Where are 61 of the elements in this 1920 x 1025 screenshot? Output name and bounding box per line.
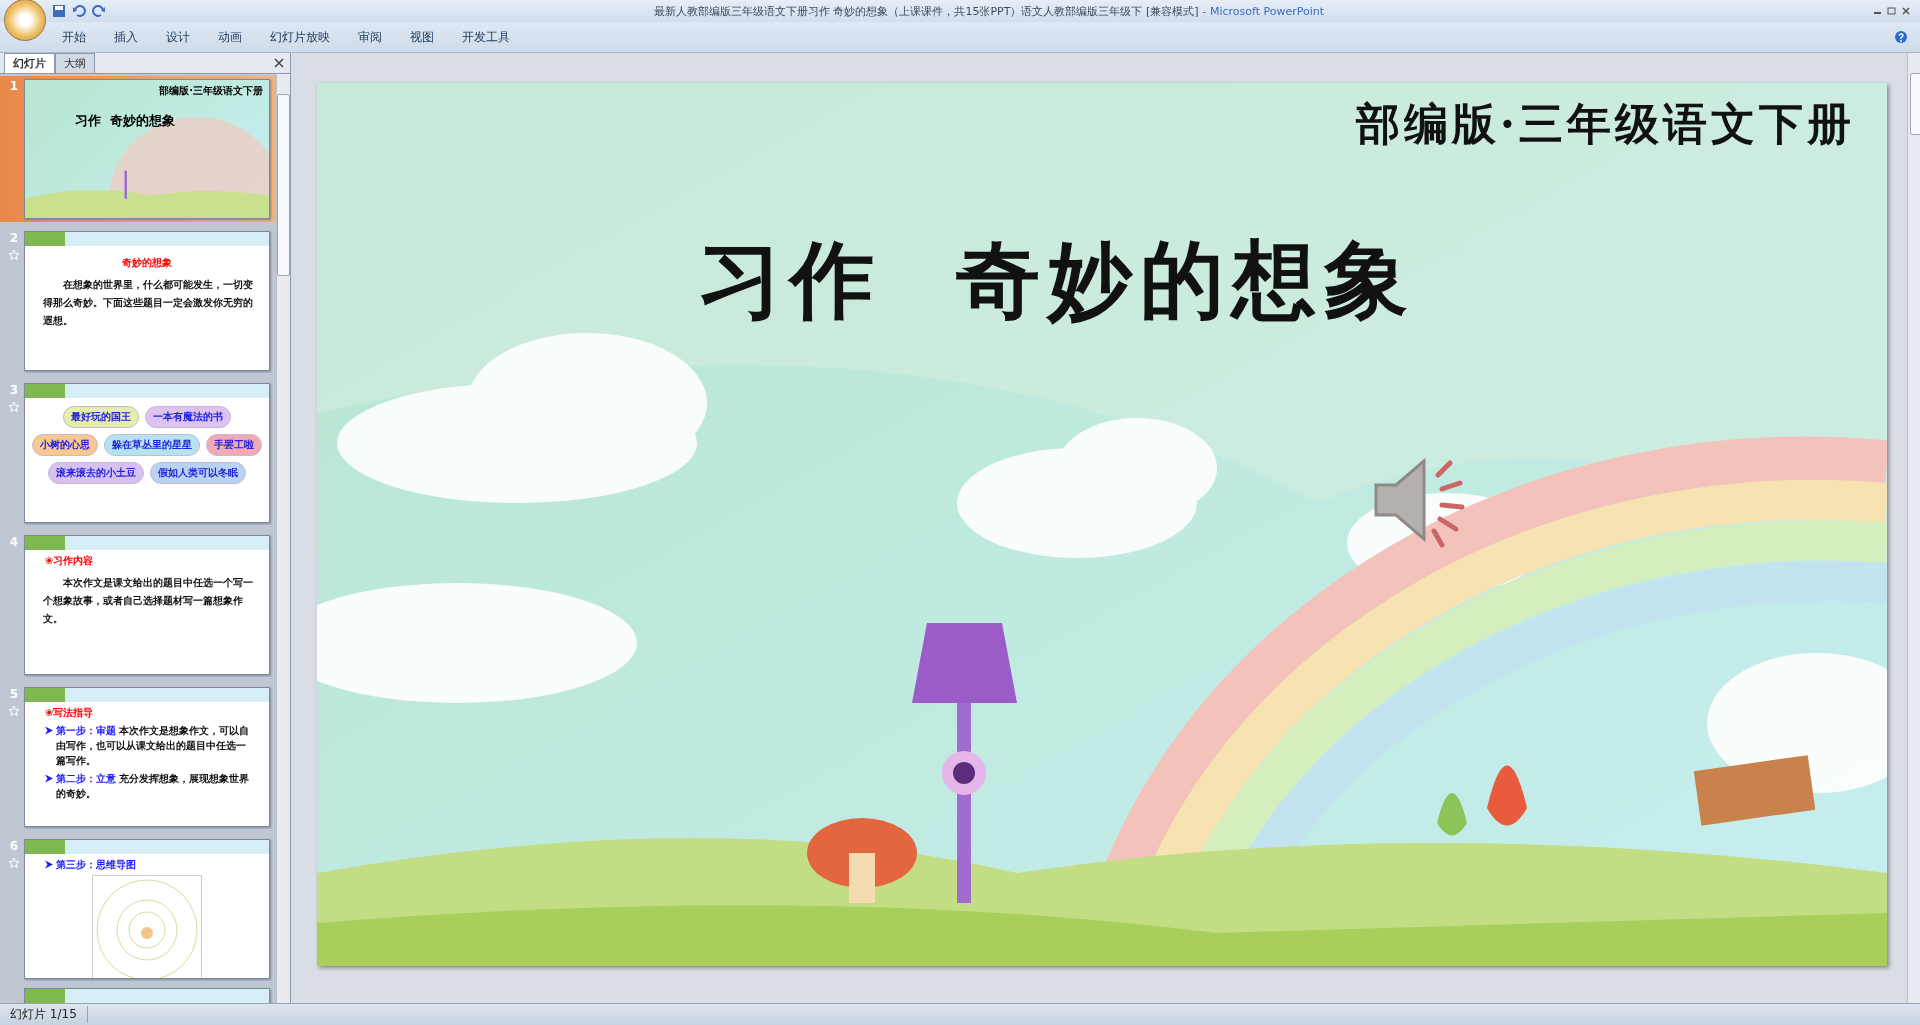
slide-thumbnail-row[interactable]: 4 ❀习作内容 本次作文是课文给出的题目中任选一个写一个想象故事，或者自己选择题材写一篇想象作文。 <box>0 532 276 678</box>
ribbon-tab[interactable]: 幻灯片放映 <box>256 28 344 46</box>
slide-thumbnail-row[interactable]: 3 最好玩的国王 一本有魔法的书 小树的心思 躲在草丛里的星星 手罢工啦 滚来滚去的小土豆 假如人类可以冬眠 <box>0 380 276 526</box>
slide-thumbnail[interactable]: 第三步：思维导图 <box>24 839 270 979</box>
ribbon-tab[interactable]: 开始 <box>48 28 100 46</box>
close-icon[interactable] <box>274 58 284 68</box>
slide-number: 5 <box>9 687 19 701</box>
cloud-label: 滚来滚去的小土豆 <box>48 462 144 484</box>
slide-thumbnail[interactable]: 最好玩的国王 一本有魔法的书 小树的心思 躲在草丛里的星星 手罢工啦 滚来滚去的小土豆 假如人类可以冬眠 <box>24 383 270 523</box>
cloud-label: 手罢工啦 <box>206 434 262 456</box>
redo-icon[interactable] <box>92 4 106 18</box>
slide-number: 3 <box>9 383 19 397</box>
slide-heading: 第三步：思维导图 <box>56 858 136 872</box>
ribbon-tab[interactable]: 审阅 <box>344 28 396 46</box>
slide-number: 6 <box>9 839 19 853</box>
cloud-label: 躲在草丛里的星星 <box>104 434 200 456</box>
window-controls-icon[interactable] <box>1872 6 1912 16</box>
slide-number: 2 <box>9 231 19 245</box>
slide-thumbnail-row[interactable]: 2 奇妙的想象 在想象的世界里，什么都可能发生，一切变得那么奇妙。下面这些题目一定会激发你无穷的遐想。 <box>0 228 276 374</box>
help-icon[interactable] <box>1894 30 1908 44</box>
slide-body: 本次作文是课文给出的题目中任选一个写一个想象故事，或者自己选择题材写一篇想象作文。 <box>42 576 254 626</box>
panel-tab[interactable]: 大纲 <box>55 53 95 73</box>
slide-thumbnail-row[interactable]: 6 第三步：思维导图 <box>0 836 276 982</box>
slide-thumbnail[interactable]: 部编版·三年级语文下册 习作 奇妙的想象 <box>24 79 270 219</box>
slide-thumbnail-row[interactable]: 5 ❀写法指导 第一步：审题 本次作文是想象作文，可以自由写作，也可以从课文给出的题目中任选一篇写作。 第二步：立意 充分发挥想象，展现想象世界的奇妙。 <box>0 684 276 830</box>
slide-number: 4 <box>9 535 19 549</box>
save-icon[interactable] <box>52 4 66 18</box>
slide-title: 习作 奇妙的想象 <box>74 112 177 130</box>
slide-header: 部编版·三年级语文下册 <box>158 84 264 98</box>
ribbon-tab[interactable]: 动画 <box>204 28 256 46</box>
undo-icon[interactable] <box>72 4 86 18</box>
ribbon-tab[interactable]: 视图 <box>396 28 448 46</box>
window-title: 最新人教部编版三年级语文下册习作 奇妙的想象（上课课件，共15张PPT）语文人教部编版三年级下 [兼容模式] <box>653 4 1199 18</box>
slide-heading: ❀习作内容 <box>44 554 95 568</box>
arrow-icon <box>45 774 53 783</box>
slide-header: 部编版·三年级语文下册 <box>1354 97 1856 151</box>
cloud-label: 假如人类可以冬眠 <box>150 462 246 484</box>
slide-heading: 奇妙的想象 <box>121 256 173 270</box>
slide-body: 在想象的世界里，什么都可能发生，一切变得那么奇妙。下面这些题目一定会激发你无穷的遐想。 <box>42 278 254 328</box>
slide-counter: 幻灯片 1/15 <box>0 1006 88 1023</box>
step-text: 第二步：立意 充分发挥想象，展现想象世界的奇妙。 <box>56 772 251 801</box>
slide-thumbnail-row[interactable]: 1 部编版·三年级语文下册 习作 奇妙的想象 <box>0 76 276 222</box>
arrow-icon <box>45 726 53 735</box>
slide-thumbnail[interactable]: 奇妙的想象 在想象的世界里，什么都可能发生，一切变得那么奇妙。下面这些题目一定会激发你无穷的遐想。 <box>24 231 270 371</box>
cloud-label: 小树的心思 <box>32 434 98 456</box>
slide-thumbnail[interactable]: ❀写法指导 第一步：审题 本次作文是想象作文，可以自由写作，也可以从课文给出的题目中任选一篇写作。 第二步：立意 充分发挥想象，展现想象世界的奇妙。 <box>24 687 270 827</box>
cloud-label: 最好玩的国王 <box>63 406 139 428</box>
ribbon-tab[interactable]: 设计 <box>152 28 204 46</box>
scrollbar[interactable] <box>1907 53 1920 1003</box>
cloud-label: 一本有魔法的书 <box>145 406 231 428</box>
arrow-icon <box>45 860 53 869</box>
app-name: - Microsoft PowerPoint <box>1202 4 1325 18</box>
slide-heading: ❀写法指导 <box>44 706 95 720</box>
ribbon-tab[interactable]: 开发工具 <box>448 28 524 46</box>
scrollbar[interactable] <box>276 74 290 1003</box>
slide-title: 习作 奇妙的想象 <box>696 229 1418 331</box>
panel-tab[interactable]: 幻灯片 <box>4 53 55 73</box>
step-text: 第一步：审题 本次作文是想象作文，可以自由写作，也可以从课文给出的题目中任选一篇写作。 <box>56 724 251 768</box>
slide-thumbnail[interactable]: ❀习作内容 本次作文是课文给出的题目中任选一个写一个想象故事，或者自己选择题材写一篇想象作文。 <box>24 535 270 675</box>
ribbon-tab[interactable]: 插入 <box>100 28 152 46</box>
slide-number: 1 <box>9 79 19 93</box>
